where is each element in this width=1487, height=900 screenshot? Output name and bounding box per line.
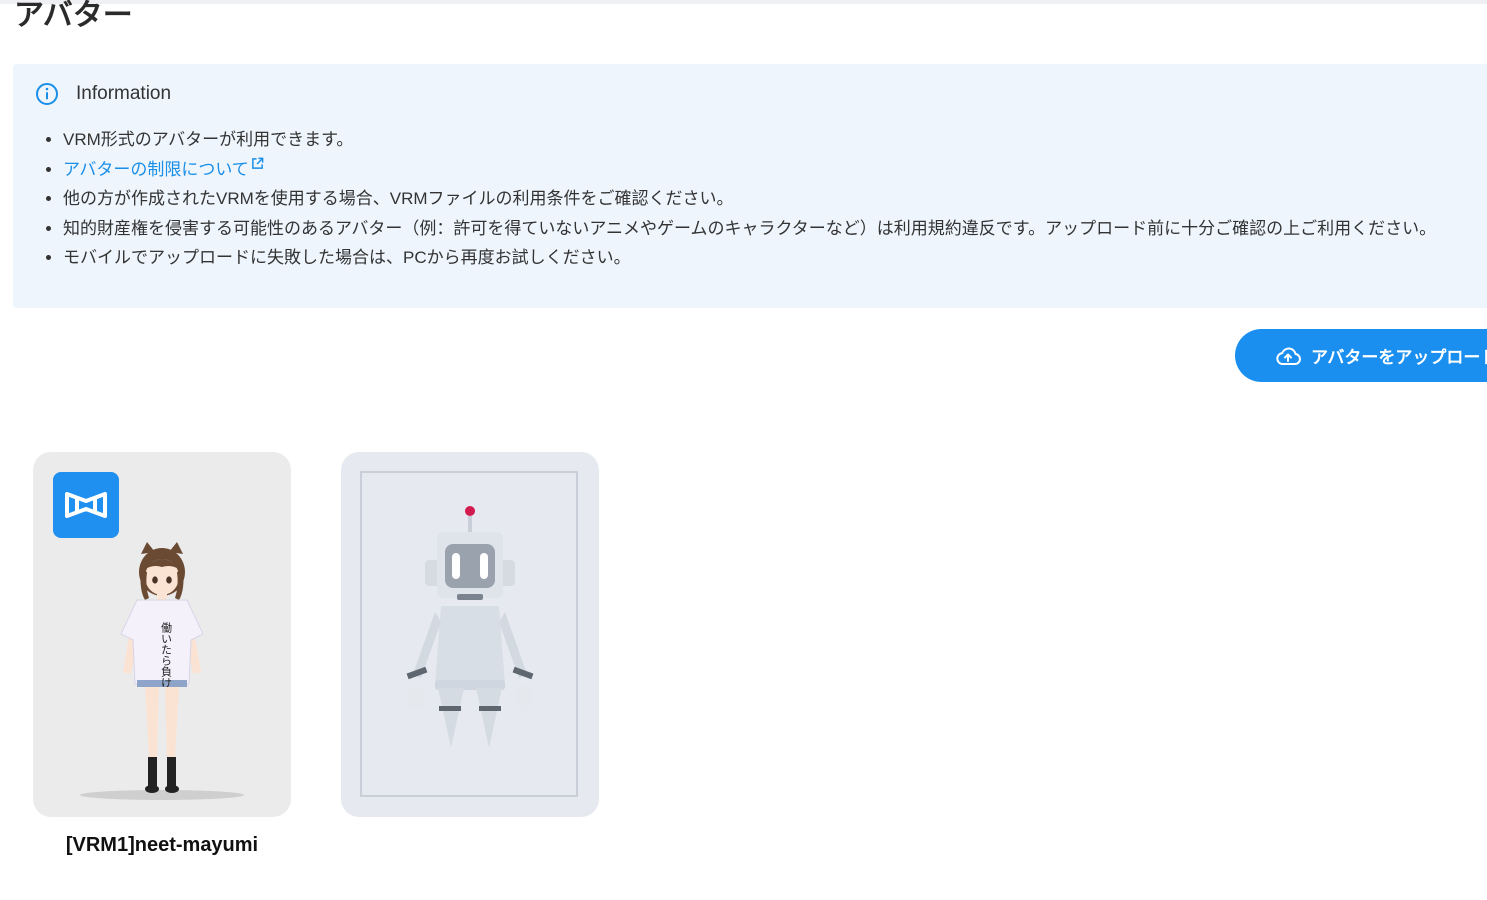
avatar-card[interactable]: 働いたら負け [33, 452, 291, 817]
page-title: アバター [14, 0, 133, 33]
avatar-card[interactable] [341, 452, 599, 817]
upload-avatar-button[interactable]: アバターをアップロード [1235, 329, 1487, 382]
avatar-restrictions-link-text: アバターの制限について [63, 159, 249, 179]
info-panel: Information VRM形式のアバターが利用できます。 アバターの制限につ… [13, 64, 1487, 308]
info-item: 他の方が作成されたVRMを使用する場合、VRMファイルの利用条件をご確認ください… [63, 184, 1436, 214]
avatar-thumbnail-mayumi: 働いたら負け [80, 542, 244, 800]
external-link-icon [251, 157, 264, 169]
info-title: Information [76, 83, 172, 104]
upload-avatar-label: アバターをアップロード [1311, 348, 1487, 367]
top-divider [0, 0, 1487, 4]
avatar-thumbnail-robot [406, 506, 534, 748]
avatar-name: [VRM1]neet-mayumi [65, 834, 259, 856]
cloud-upload-icon [1276, 347, 1301, 365]
avatar-restrictions-link[interactable]: アバターの制限について [63, 157, 264, 179]
info-item: モバイルでアップロードに失敗した場合は、PCから再度お試しください。 [63, 243, 1436, 273]
info-icon [36, 83, 58, 105]
shirt-text: 働いたら負け [160, 622, 173, 688]
info-item-link: アバターの制限について [63, 155, 1436, 185]
info-item: VRM形式のアバターが利用できます。 [63, 125, 1436, 155]
info-list: VRM形式のアバターが利用できます。 アバターの制限について 他の方が作成された… [45, 125, 1436, 273]
info-header: Information [35, 82, 171, 106]
info-item: 知的財産権を侵害する可能性のあるアバター（例：許可を得ていないアニメやゲームのキ… [63, 214, 1436, 244]
